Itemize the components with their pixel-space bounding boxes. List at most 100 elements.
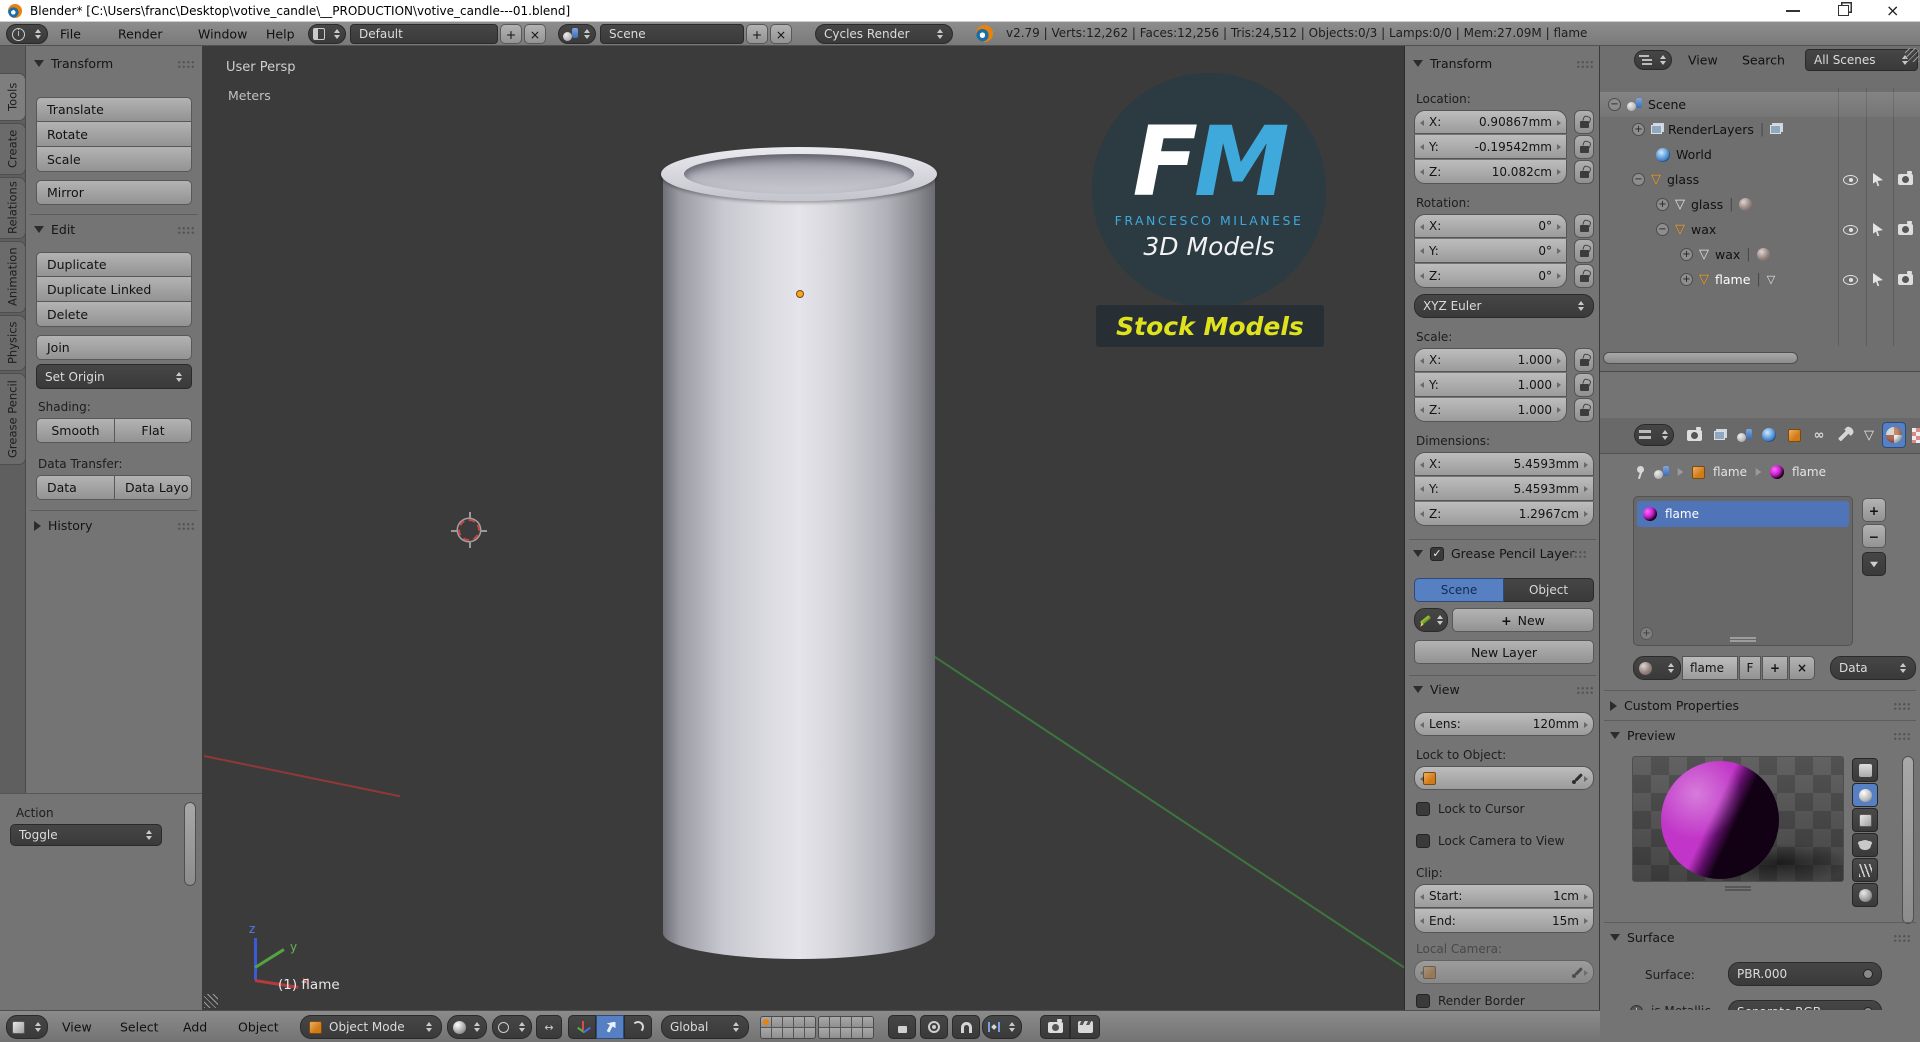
manipulator-axes-button[interactable] [568, 1015, 596, 1039]
lock-location-x-button[interactable] [1574, 110, 1594, 134]
outliner-editor-type-button[interactable] [1634, 50, 1672, 70]
outliner-filter-select[interactable]: All Scenes [1805, 49, 1918, 71]
tab-world[interactable] [1757, 422, 1781, 448]
tab-create[interactable]: Create [0, 123, 26, 175]
visibility-toggle-icon[interactable] [1843, 174, 1858, 185]
grease-pencil-panel-header[interactable]: ✓ Grease Pencil Layer [1413, 546, 1593, 561]
render-opengl-anim-button[interactable] [1070, 1015, 1100, 1039]
outliner-row-world[interactable]: World [1600, 142, 1920, 167]
metallic-input-select[interactable]: Separate RGB [1728, 1000, 1882, 1010]
properties-scrollbar[interactable] [1902, 756, 1914, 924]
selectability-toggle-icon[interactable] [1873, 273, 1883, 286]
transform-panel-header[interactable]: Transform [34, 56, 194, 71]
preview-sphere-button[interactable] [1852, 783, 1878, 807]
lock-camera-row[interactable]: Lock Camera to View [1416, 834, 1564, 848]
panel-grip-icon[interactable] [1576, 685, 1593, 694]
duplicate-button[interactable]: Duplicate [36, 252, 192, 277]
properties-editor-type-button[interactable] [1634, 424, 1674, 446]
menu-window[interactable]: Window [198, 26, 247, 41]
edit-panel-header[interactable]: Edit [34, 222, 194, 237]
tab-grease-pencil[interactable]: Grease Pencil [0, 373, 26, 465]
preview-resize-grip[interactable] [1725, 886, 1751, 891]
list-resize-grip[interactable] [1730, 637, 1756, 642]
set-origin-menu[interactable]: Set Origin [36, 364, 192, 389]
lock-location-y-button[interactable] [1574, 135, 1594, 159]
scene-name-field[interactable]: Scene [600, 24, 744, 44]
shade-flat-button[interactable]: Flat [115, 418, 192, 443]
outliner-menu-view[interactable]: View [1688, 53, 1718, 68]
viewport-3d[interactable]: User Persp Meters FM FRANCESCO MILANESE … [202, 46, 1405, 1010]
lock-rotation-z-button[interactable] [1574, 264, 1594, 288]
surface-panel-header[interactable]: Surface [1610, 930, 1910, 945]
lock-to-scene-toggle[interactable] [888, 1015, 916, 1039]
custom-properties-panel-header[interactable]: Custom Properties [1610, 698, 1910, 713]
vp-menu-add[interactable]: Add [183, 1019, 207, 1034]
outliner-row-wax-object[interactable]: − ▽ wax [1600, 217, 1920, 242]
selectability-toggle-icon[interactable] [1873, 223, 1883, 236]
collapse-icon[interactable]: − [1656, 223, 1669, 236]
visibility-toggle-icon[interactable] [1843, 274, 1858, 285]
delete-button[interactable]: Delete [36, 302, 192, 327]
lock-location-z-button[interactable] [1574, 160, 1594, 184]
expand-icon[interactable]: + [1680, 248, 1693, 261]
scene-selector-icon-button[interactable] [558, 24, 596, 44]
material-link-select[interactable]: Data [1830, 656, 1916, 680]
vp-menu-view[interactable]: View [62, 1019, 92, 1034]
scale-z-field[interactable]: Z: 1.000 [1414, 398, 1567, 422]
expand-icon[interactable]: + [1632, 123, 1645, 136]
gp-new-layer-button[interactable]: New Layer [1414, 640, 1594, 664]
outliner-row-glass-object[interactable]: − ▽ glass [1600, 167, 1920, 192]
material-name-field[interactable]: flame [1682, 656, 1738, 680]
tab-render[interactable] [1682, 422, 1706, 448]
preview-flat-button[interactable] [1852, 758, 1878, 782]
tab-tools[interactable]: Tools [0, 73, 26, 121]
transform-panel-header[interactable]: Transform [1413, 56, 1593, 71]
render-border-row[interactable]: Render Border [1416, 994, 1525, 1008]
layers-group-1[interactable] [760, 1016, 816, 1039]
preview-cube-button[interactable] [1852, 808, 1878, 832]
clip-end-field[interactable]: End: 15m [1414, 909, 1594, 933]
restore-button[interactable] [1838, 5, 1849, 16]
vp-menu-object[interactable]: Object [238, 1019, 279, 1034]
layers-group-2[interactable] [818, 1016, 874, 1039]
lock-to-cursor-row[interactable]: Lock to Cursor [1416, 802, 1524, 816]
rotation-y-field[interactable]: Y: 0° [1414, 239, 1567, 263]
gp-source-scene-tab[interactable]: Scene [1414, 578, 1504, 602]
tab-data[interactable]: ▽ [1857, 422, 1881, 448]
delete-scene-button[interactable]: × [770, 24, 792, 44]
lock-to-object-picker[interactable] [1414, 766, 1594, 790]
outliner-row-flame-object[interactable]: + ▽ flame | ▽ [1600, 267, 1920, 292]
screen-layout-icon-button[interactable] [308, 24, 346, 44]
panel-grip-icon[interactable] [177, 521, 194, 530]
scale-button[interactable]: Scale [36, 147, 192, 172]
tab-constraints[interactable]: ∞ [1807, 422, 1831, 448]
menu-file[interactable]: File [60, 26, 81, 41]
add-scene-button[interactable]: + [746, 24, 768, 44]
viewport-resize-grip[interactable] [204, 994, 218, 1008]
tab-animation[interactable]: Animation [0, 241, 26, 313]
new-material-user-button[interactable]: + [1762, 656, 1788, 680]
tab-render-layers[interactable] [1707, 422, 1731, 448]
remove-material-slot-button[interactable]: − [1862, 524, 1886, 548]
panel-grip-icon[interactable] [1893, 731, 1910, 740]
rotation-mode-select[interactable]: XYZ Euler [1414, 294, 1594, 318]
material-browse-button[interactable] [1633, 656, 1681, 680]
material-slot-row[interactable]: flame [1637, 501, 1849, 527]
pivot-select[interactable] [492, 1015, 532, 1039]
render-opengl-button[interactable] [1040, 1015, 1070, 1039]
add-layout-button[interactable]: + [500, 24, 522, 44]
tab-object[interactable] [1782, 422, 1806, 448]
gp-new-button[interactable]: + New [1452, 608, 1594, 632]
pin-icon[interactable] [1634, 465, 1646, 479]
render-border-checkbox[interactable] [1416, 994, 1430, 1008]
outliner-row-scene[interactable]: − Scene [1600, 92, 1920, 117]
expand-icon[interactable]: + [1656, 198, 1669, 211]
material-slot-list[interactable]: flame + [1633, 496, 1853, 646]
view-panel-header[interactable]: View [1413, 682, 1593, 697]
translate-button[interactable]: Translate [36, 97, 192, 122]
operator-scrollbar[interactable] [184, 802, 196, 886]
panel-grip-icon[interactable] [1576, 59, 1593, 68]
selectability-toggle-icon[interactable] [1873, 173, 1883, 186]
outliner-row-wax-data[interactable]: + ▽ wax | [1600, 242, 1920, 267]
render-engine-select[interactable]: Cycles Render [815, 24, 953, 44]
